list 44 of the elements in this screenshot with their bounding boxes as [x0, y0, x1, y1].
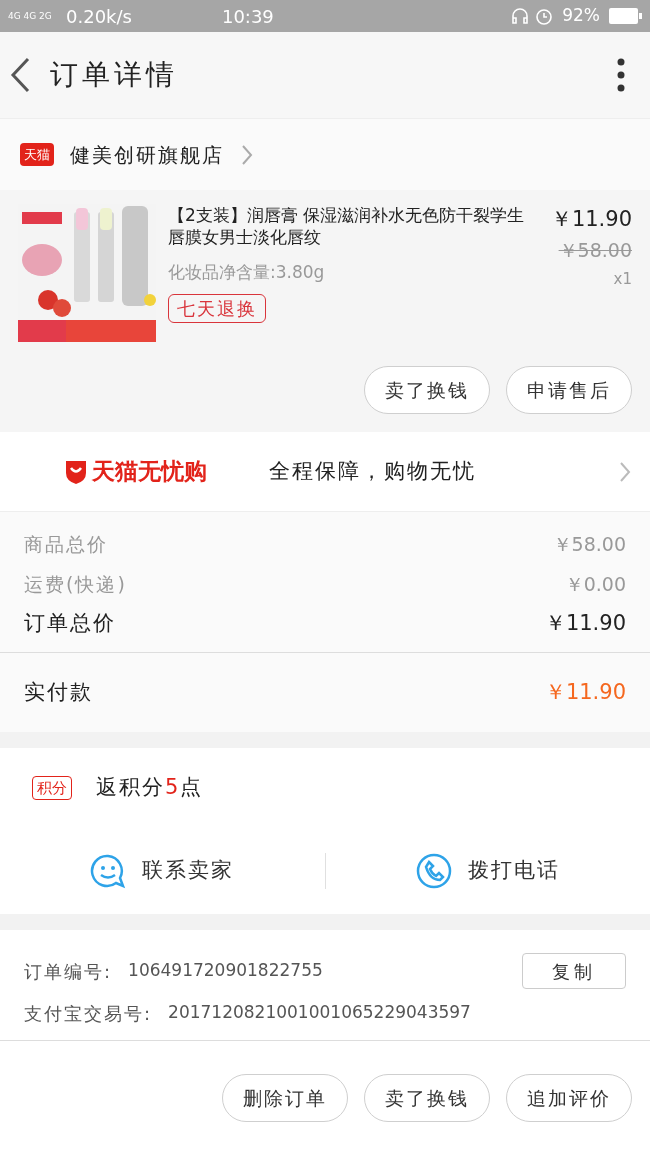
- cost-label: 订单总价: [24, 610, 116, 638]
- original-price: ￥58.00: [558, 237, 632, 263]
- guarantee-text[interactable]: 全程保障，购物无忧: [269, 455, 476, 488]
- paid-value: ￥11.90: [544, 678, 626, 706]
- points-text: 返积分5点: [96, 774, 204, 802]
- action-button[interactable]: 追加评价: [506, 1074, 632, 1122]
- network-indicator: 4G 4G 2G: [8, 11, 53, 21]
- cost-label: 运费(快递): [24, 571, 127, 597]
- action-button[interactable]: 删除订单: [222, 1074, 348, 1122]
- product-title[interactable]: 【2支装】润唇膏 保湿滋润补水无色防干裂学生唇膜女男士淡化唇纹: [168, 204, 528, 248]
- quantity: x1: [613, 269, 632, 290]
- more-icon[interactable]: [616, 58, 626, 92]
- info-value: 106491720901822755: [128, 959, 323, 983]
- battery-percent: 92%: [562, 4, 600, 28]
- phone-icon: [415, 853, 452, 889]
- chat-icon: [90, 853, 127, 889]
- cost-label: 商品总价: [24, 531, 108, 557]
- info-label: 支付宝交易号:: [24, 1001, 153, 1026]
- points-badge: 积分: [32, 775, 72, 801]
- battery-icon: [608, 7, 642, 25]
- return-tag: 七天退换: [168, 293, 266, 323]
- clock: 10:39: [221, 4, 274, 29]
- network-speed: 0.20k/s: [66, 4, 132, 29]
- alarm-icon: [534, 6, 555, 26]
- store-name[interactable]: 健美创研旗舰店: [70, 139, 224, 170]
- store-badge: 天猫: [20, 142, 54, 167]
- info-value: 2017120821001001065229043597: [168, 1001, 471, 1025]
- cost-value: ￥11.90: [544, 610, 626, 638]
- product-price: ￥11.90: [550, 206, 632, 233]
- info-label: 订单编号:: [24, 959, 113, 984]
- cost-value: ￥58.00: [552, 531, 626, 557]
- product-spec: 化妆品净含量:3.80g: [168, 261, 326, 284]
- contact-button[interactable]: 拨打电话: [415, 853, 560, 889]
- copy-button[interactable]: 复制: [522, 953, 626, 989]
- page-title: 订单详情: [50, 57, 178, 93]
- cost-value: ￥0.00: [564, 571, 626, 597]
- action-button[interactable]: 卖了换钱: [364, 1074, 490, 1122]
- action-button[interactable]: 申请售后: [506, 366, 632, 414]
- headphones-icon: [510, 6, 531, 26]
- action-button[interactable]: 卖了换钱: [364, 366, 490, 414]
- paid-label: 实付款: [24, 678, 93, 706]
- contact-button[interactable]: 联系卖家: [90, 853, 235, 889]
- shield-icon: [64, 458, 88, 485]
- guarantee-brand: 天猫无忧购: [92, 457, 207, 487]
